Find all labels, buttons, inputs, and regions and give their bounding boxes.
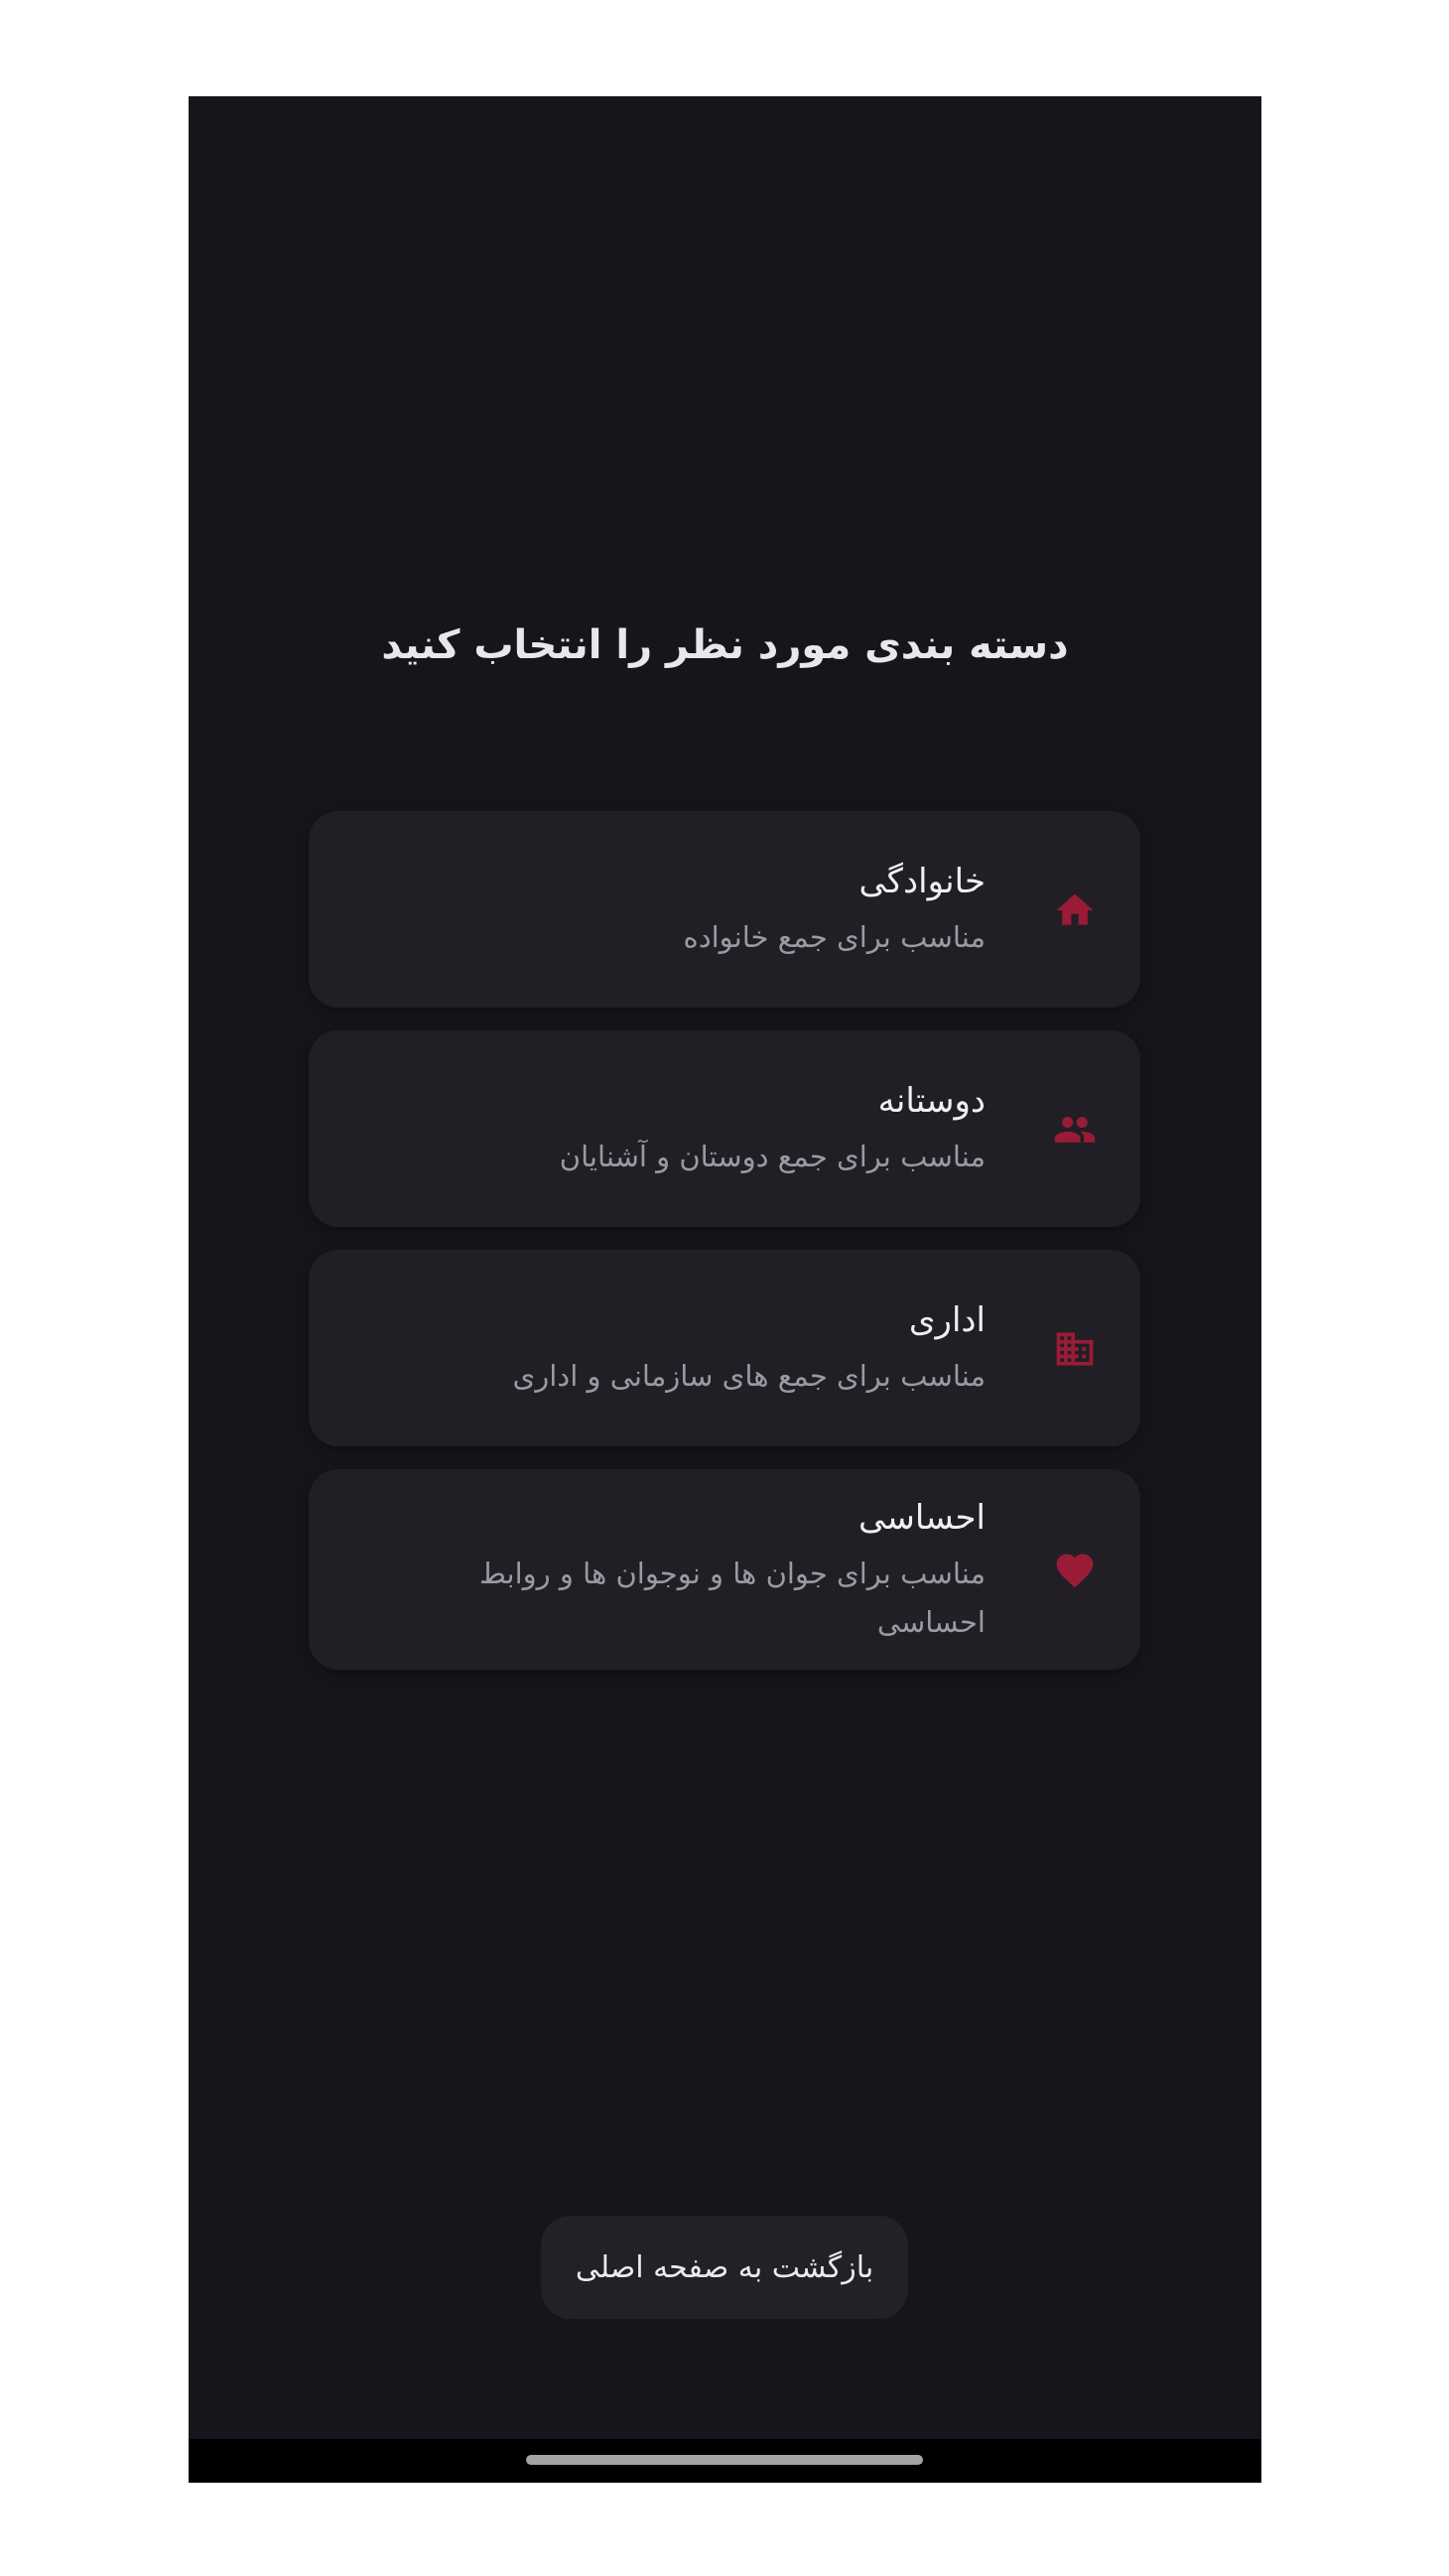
category-name: دوستانه [877, 1081, 986, 1121]
page-title: دسته بندی مورد نظر را انتخاب کنید [381, 622, 1069, 668]
group-icon [1053, 1108, 1097, 1152]
category-description: مناسب برای جمع های سازمانی و اداری [512, 1359, 986, 1393]
category-card-family[interactable]: خانوادگی مناسب برای جمع خانواده [309, 811, 1140, 1008]
heart-icon [1053, 1549, 1097, 1592]
back-to-home-button[interactable]: بازگشت به صفحه اصلی [541, 2216, 908, 2319]
home-indicator[interactable] [526, 2455, 923, 2465]
office-building-icon [1053, 1327, 1097, 1371]
category-description: مناسب برای جمع دوستان و آشنایان [559, 1140, 986, 1173]
category-card-office[interactable]: اداری مناسب برای جمع های سازمانی و اداری [309, 1250, 1140, 1446]
category-card-friends[interactable]: دوستانه مناسب برای جمع دوستان و آشنایان [309, 1030, 1140, 1227]
home-icon [1053, 888, 1097, 932]
system-navigation-bar [189, 2439, 1261, 2483]
category-name: اداری [908, 1300, 986, 1340]
category-card-emotional[interactable]: احساسی مناسب برای جوان ها و نوجوان ها و … [309, 1469, 1140, 1670]
category-name: خانوادگی [858, 862, 986, 901]
category-name: احساسی [858, 1498, 986, 1538]
category-description: مناسب برای جوان ها و نوجوان ها و روابط ا… [479, 1557, 986, 1639]
app-screen: دسته بندی مورد نظر را انتخاب کنید خانواد… [189, 96, 1261, 2483]
category-description: مناسب برای جمع خانواده [683, 920, 987, 954]
